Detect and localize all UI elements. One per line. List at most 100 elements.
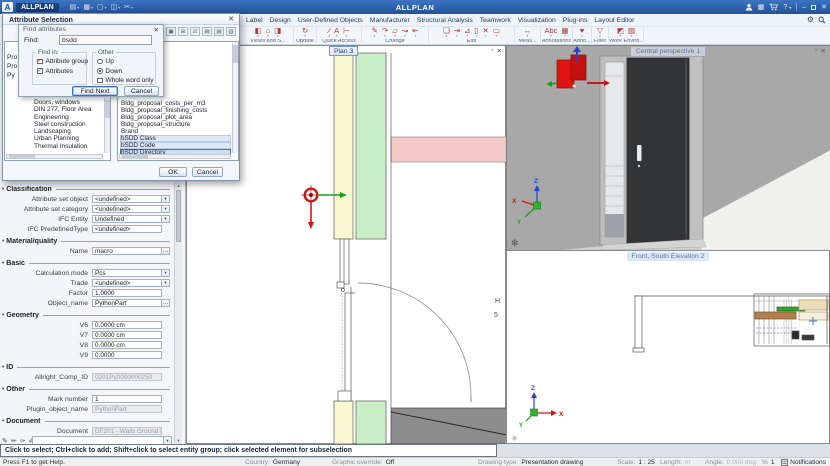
shop-cart-icon[interactable] — [769, 3, 778, 11]
restore-button[interactable] — [811, 5, 816, 10]
dropdown-arrow-icon[interactable]: ▾ — [162, 195, 170, 204]
attribute-item[interactable]: bSDD Code — [120, 142, 231, 149]
dropdown-arrow-icon[interactable]: ▾ — [163, 437, 171, 444]
quick-access-icon[interactable]: ◫▾ — [111, 3, 121, 11]
checkbox[interactable] — [37, 59, 43, 65]
close-icon[interactable]: ✕ — [228, 15, 234, 23]
tree-item[interactable]: Landscaping — [34, 128, 103, 135]
status-field[interactable]: Country: Germany — [245, 459, 300, 466]
palette-row-value[interactable]: 0.0000 — [92, 351, 162, 360]
attribute-item[interactable]: Brand — [120, 128, 231, 135]
palette-row-value[interactable]: <undefined> — [92, 279, 162, 288]
ribbon-icon[interactable]: ⌂▾ — [266, 27, 271, 38]
ribbon-icon[interactable]: ◨▾ — [274, 27, 281, 38]
dialog-toolbar-icon[interactable]: ▥ — [226, 27, 236, 36]
ribbon-icon[interactable]: ✎▾ — [372, 27, 378, 38]
viewport-control-icon[interactable]: ▫ — [815, 47, 817, 55]
palette-row-value[interactable]: <undefined> — [92, 195, 162, 204]
palette-row-value[interactable]: DF201 - Walls Ground floor — [92, 427, 162, 436]
ribbon-icon[interactable]: ∕▾ — [328, 27, 330, 38]
palette-row-value[interactable]: 0.0000 cm — [92, 341, 162, 350]
find-input[interactable] — [59, 35, 152, 45]
palette-scrollbar[interactable]: ▲ ▼ — [174, 182, 182, 444]
palette-row-value[interactable]: PythonPart — [92, 299, 162, 308]
search-direction-option[interactable]: Down — [97, 68, 153, 75]
scrollbar-thumb[interactable] — [9, 155, 35, 158]
section-collapse-icon[interactable]: ▾ — [2, 418, 4, 424]
help-menu[interactable]: ? ▾ — [783, 4, 791, 11]
palette-row-value[interactable]: 0.0000 cm — [92, 331, 162, 340]
scrollbar-thumb[interactable] — [233, 45, 238, 63]
section-collapse-icon[interactable]: ▾ — [2, 186, 4, 192]
tree-item[interactable]: Thermal Insulation — [34, 143, 103, 150]
scroll-down-icon[interactable]: ▼ — [175, 438, 182, 443]
minimize-button[interactable]: – — [802, 4, 806, 11]
ok-button[interactable]: OK — [159, 167, 187, 177]
palette-row-value[interactable]: 1.0000 — [92, 289, 162, 298]
quick-access-icon[interactable]: ✂▾ — [124, 3, 133, 11]
close-button[interactable]: ✕ — [821, 4, 827, 11]
notifications-button[interactable]: Notifications — [781, 459, 826, 466]
search-direction-option[interactable]: Whole word only — [97, 77, 153, 84]
palette-row-value[interactable]: <undefined> — [92, 205, 162, 214]
menu-tab[interactable]: Label — [246, 17, 263, 24]
palette-row-value[interactable]: <undefined> — [92, 225, 162, 234]
radio-or-checkbox[interactable] — [97, 68, 103, 74]
status-field[interactable]: Graphic override: Off — [332, 459, 394, 466]
attribute-item[interactable]: Bldg_proposal_costs_per_m3 — [120, 100, 231, 107]
browse-button[interactable]: … — [162, 247, 170, 256]
menu-tab[interactable]: Plug-ins — [563, 17, 588, 24]
ribbon-icon[interactable]: ✕▾ — [483, 27, 489, 38]
tree-item[interactable]: Urban Planning — [34, 135, 103, 142]
tree-item[interactable]: Doors, windows — [34, 99, 103, 106]
ribbon-icon[interactable]: ◩▾ — [617, 27, 624, 38]
scroll-up-icon[interactable]: ▲ — [175, 183, 182, 188]
connect-grid-icon[interactable]: ▦ — [758, 4, 765, 11]
attributes-vertical-scrollbar[interactable] — [232, 43, 238, 153]
perspective-viewport[interactable]: Z X Y ✻ Central perspective 1 ▫✕ — [506, 45, 830, 250]
find-in-option[interactable]: Attributes — [37, 68, 84, 75]
palette-row-value[interactable]: macro — [92, 247, 162, 256]
menu-tab[interactable]: Design — [270, 17, 291, 24]
cancel-button[interactable]: Cancel — [124, 86, 159, 96]
dialog-toolbar-icon[interactable]: ☑ — [190, 27, 200, 36]
menu-tab[interactable]: Layout Editor — [594, 17, 634, 24]
ribbon-icon[interactable]: ↔▾ — [524, 27, 532, 38]
tree-item[interactable]: DIN 277, Floor Area — [34, 106, 103, 113]
menu-tab[interactable]: Visualization — [518, 17, 556, 24]
status-field[interactable]: Angle: 0.000 deg — [705, 459, 756, 466]
menu-tab[interactable]: User-Defined Objects — [298, 17, 363, 24]
ribbon-icon[interactable]: ↷▾ — [382, 27, 388, 38]
viewport-control-icon[interactable]: ▫ — [491, 47, 493, 55]
status-field[interactable]: Drawing type: Presentation drawing — [478, 459, 583, 466]
dialog-toolbar-icon[interactable]: ▤ — [202, 27, 212, 36]
cancel-button[interactable]: Cancel — [192, 167, 223, 177]
ribbon-icon[interactable]: ↝▾ — [402, 27, 408, 38]
status-field[interactable]: Scale: 1 : 25 — [617, 459, 655, 466]
palette-row-value[interactable]: 1 — [92, 395, 162, 404]
viewport-control-icon[interactable]: ✕ — [821, 47, 826, 55]
ribbon-icon[interactable]: ▭▾ — [493, 27, 500, 38]
attribute-item[interactable]: Bldg_proposal_finishing_costs — [120, 107, 231, 114]
palette-row-value[interactable]: 0.0000 cm — [92, 321, 162, 330]
section-collapse-icon[interactable]: ▾ — [2, 386, 4, 392]
dialog-toolbar-icon[interactable]: ▤ — [214, 27, 224, 36]
scrollbar-thumb[interactable] — [122, 155, 148, 158]
menu-tab[interactable]: Manufacturer — [370, 17, 410, 24]
menu-tab[interactable]: Structural Analysis — [417, 17, 473, 24]
attributes-horizontal-scrollbar[interactable] — [119, 154, 231, 159]
viewport-tab-plan[interactable]: Plan 3 — [329, 46, 358, 56]
navigation-wheel-icon[interactable]: ✻ — [511, 238, 519, 248]
close-icon[interactable]: ✕ — [154, 26, 159, 34]
ribbon-icon[interactable]: ▯▾ — [474, 27, 478, 38]
browse-button[interactable]: … — [162, 299, 170, 308]
ribbon-icon[interactable]: ⊿▾ — [464, 27, 470, 38]
dialog-toolbar-icon[interactable]: ▣ — [166, 27, 176, 36]
radio-or-checkbox[interactable] — [97, 59, 103, 65]
scrollbar-thumb[interactable] — [176, 190, 181, 242]
section-collapse-icon[interactable]: ▾ — [2, 238, 4, 244]
app-logo-icon[interactable]: A — [2, 2, 13, 12]
elevation-viewport[interactable]: Z X Y ✳ Front, South Elevation 2 — [506, 250, 830, 444]
section-collapse-icon[interactable]: ▾ — [2, 364, 4, 370]
ribbon-icon[interactable]: Abc▾ — [544, 27, 557, 38]
